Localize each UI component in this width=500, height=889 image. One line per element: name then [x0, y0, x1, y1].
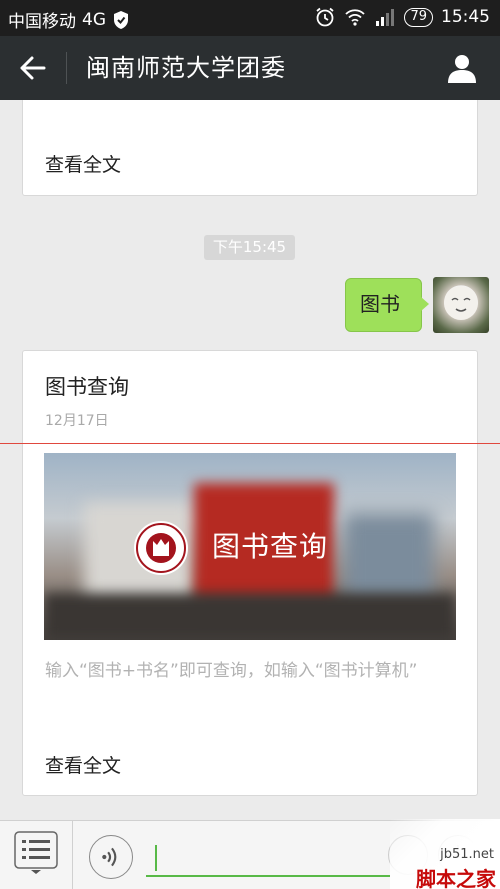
- alarm-icon: [316, 7, 335, 27]
- message-input[interactable]: [146, 841, 390, 877]
- page-title: 闽南师范大学团委: [86, 54, 286, 82]
- status-bar: 中国移动 4G 79 15:45: [0, 0, 500, 36]
- signal-icon: [376, 9, 395, 26]
- toolbar-divider: [72, 821, 73, 889]
- battery-indicator: 79: [404, 7, 433, 27]
- cover-title-text: 图书查询: [212, 530, 329, 563]
- menu-list-icon[interactable]: [14, 831, 58, 875]
- avatar-face-icon: [444, 286, 478, 320]
- site-watermark: jb51.net 脚本之家: [390, 819, 500, 889]
- article-digest: 输入“图书+书名”即可查询，如输入“图书计算机”: [45, 661, 418, 681]
- text-cursor: [155, 845, 157, 871]
- read-more-link[interactable]: 查看全文: [45, 751, 121, 778]
- annotation-red-line: [0, 443, 500, 444]
- status-left: 中国移动 4G: [8, 7, 130, 32]
- read-more-link[interactable]: 查看全文: [45, 150, 121, 177]
- university-seal-icon: [134, 521, 188, 575]
- wifi-icon: [345, 9, 366, 26]
- profile-icon[interactable]: [446, 52, 478, 84]
- article-card[interactable]: 图书查询 12月17日 图书查询 输入“图书+书名”即可查询，如输入“图书计算机…: [22, 350, 478, 796]
- clock: 15:45: [441, 7, 490, 27]
- watermark-site: jb51.net: [440, 847, 494, 862]
- back-arrow-icon[interactable]: [18, 54, 48, 82]
- user-avatar[interactable]: [433, 277, 489, 333]
- cover-bg-building-right: [344, 513, 434, 603]
- nav-bar: 闽南师范大学团委: [0, 36, 500, 100]
- watermark-name: 脚本之家: [416, 867, 496, 889]
- status-right: 79 15:45: [314, 7, 490, 27]
- shield-icon: [114, 10, 128, 29]
- nav-divider: [66, 52, 67, 84]
- cover-bg-ground: [44, 593, 456, 640]
- voice-input-icon[interactable]: [89, 835, 133, 879]
- previous-article-card[interactable]: 查看全文: [22, 100, 478, 196]
- article-date: 12月17日: [45, 413, 109, 429]
- user-message-bubble[interactable]: 图书: [345, 278, 429, 332]
- message-timestamp: 下午15:45: [204, 235, 295, 260]
- article-cover-image[interactable]: 图书查询: [44, 453, 456, 640]
- article-title[interactable]: 图书查询: [45, 371, 129, 401]
- carrier-label: 中国移动: [8, 12, 76, 32]
- network-label: 4G: [82, 9, 106, 30]
